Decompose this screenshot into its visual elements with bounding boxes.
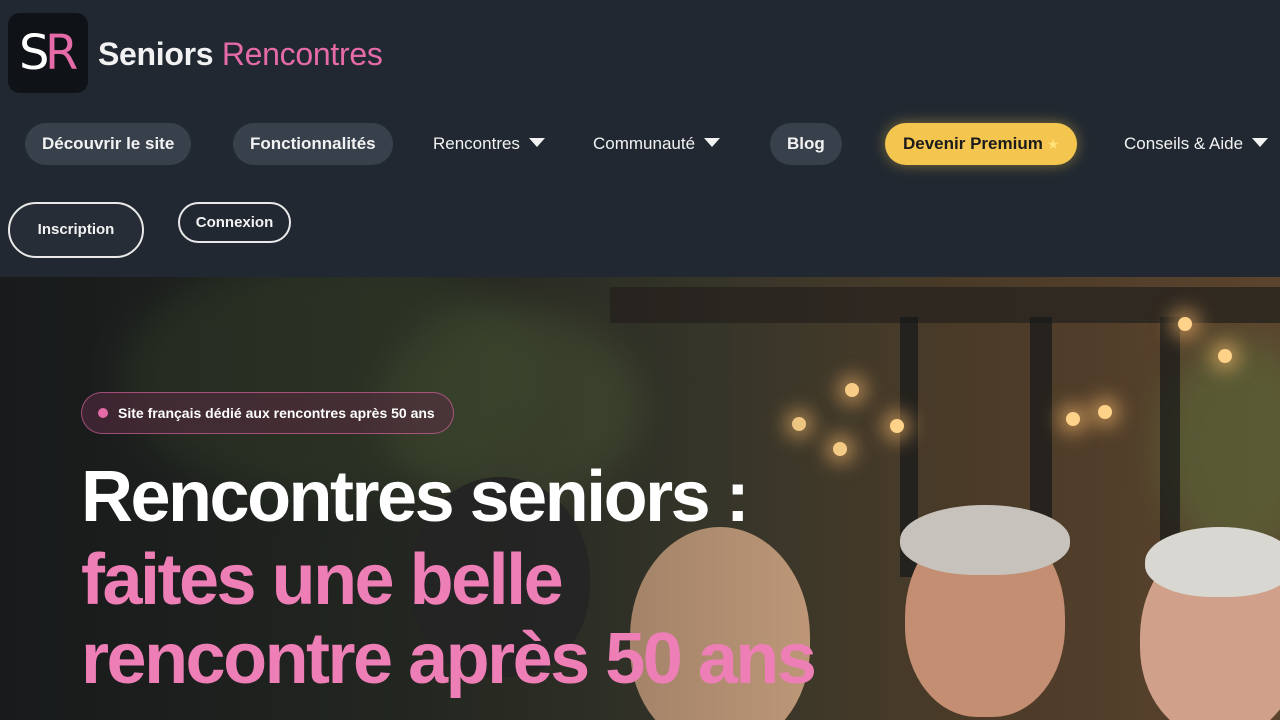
nav-blog[interactable]: Blog: [770, 123, 842, 165]
caret-down-icon: [704, 138, 721, 147]
logo-letter-r: R: [45, 25, 79, 81]
star-icon: ★: [1046, 136, 1060, 152]
nav-help-dropdown[interactable]: Conseils & Aide: [1124, 123, 1269, 165]
dot-icon: [98, 408, 108, 418]
caret-down-icon: [1252, 138, 1269, 147]
nav-community-dropdown[interactable]: Communauté: [593, 123, 721, 165]
logo-icon[interactable]: S R: [8, 13, 88, 93]
nav-features[interactable]: Fonctionnalités: [233, 123, 393, 165]
hero-title-line3: rencontre après 50 ans: [81, 619, 817, 699]
nav-help-label: Conseils & Aide: [1124, 134, 1244, 153]
site-header: S R Seniors Rencontres Découvrir le site…: [0, 0, 1280, 277]
caret-down-icon: [528, 138, 545, 147]
premium-label: Devenir Premium: [903, 134, 1043, 153]
brand-name-part1: Seniors: [98, 36, 214, 72]
brand-name-part2: Rencontres: [221, 36, 383, 72]
hero-badge-text: Site français dédié aux rencontres après…: [118, 405, 435, 421]
hero-title-line1: Rencontres seniors :: [81, 457, 750, 537]
nav-meetings-dropdown[interactable]: Rencontres: [433, 123, 545, 165]
brand-name[interactable]: Seniors Rencontres: [98, 34, 383, 74]
hero-section: Site français dédié aux rencontres après…: [0, 277, 1280, 720]
hero-badge: Site français dédié aux rencontres après…: [81, 392, 454, 434]
hero-title-line2: faites une belle: [81, 540, 564, 620]
signup-button[interactable]: Inscription: [8, 202, 144, 258]
nav-discover[interactable]: Découvrir le site: [25, 123, 192, 165]
login-button[interactable]: Connexion: [178, 202, 291, 243]
nav-meetings-label: Rencontres: [433, 134, 520, 153]
nav-community-label: Communauté: [593, 134, 696, 153]
premium-button[interactable]: Devenir Premium ★: [885, 123, 1078, 165]
